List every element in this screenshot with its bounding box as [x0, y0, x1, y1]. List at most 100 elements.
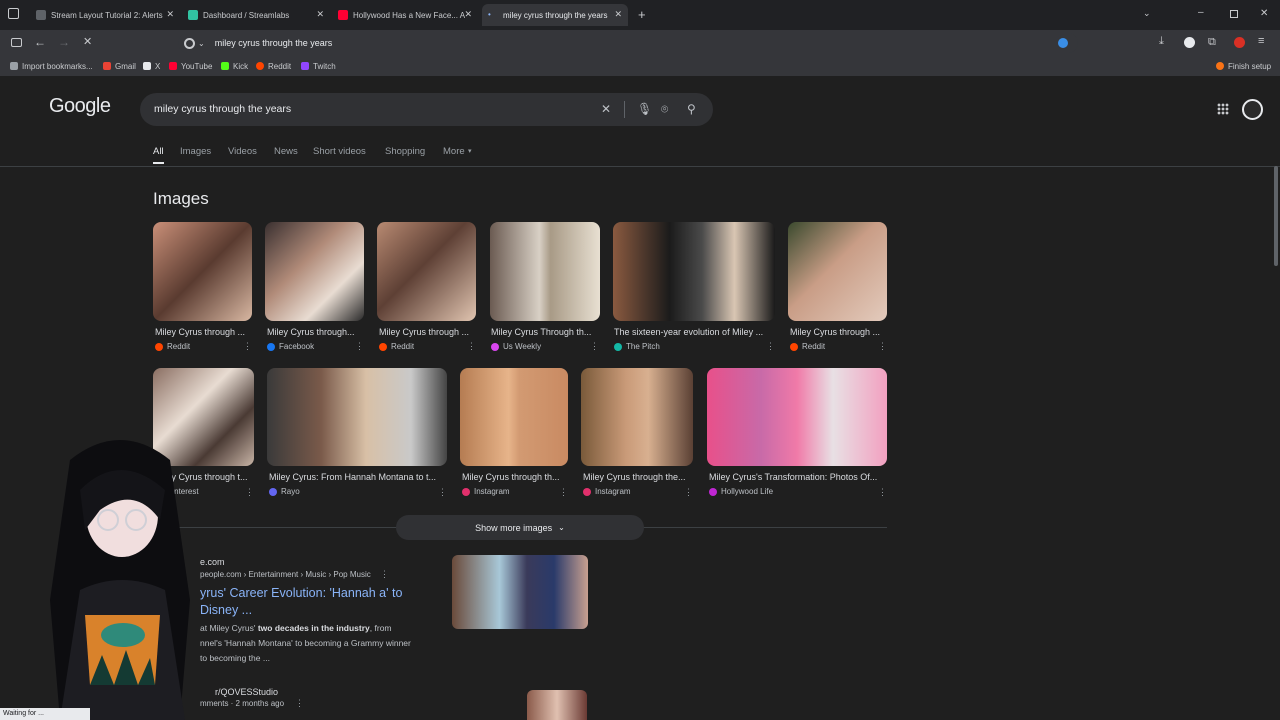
- image-caption[interactable]: Miley Cyrus through the...: [583, 472, 693, 482]
- image-source[interactable]: Hollywood Life: [709, 487, 773, 496]
- image-result[interactable]: [267, 368, 447, 466]
- restore-icon[interactable]: [1230, 10, 1238, 18]
- image-caption[interactable]: Miley Cyrus through ...: [379, 327, 476, 337]
- address-input[interactable]: miley cyrus through the years: [215, 38, 333, 48]
- new-tab-icon[interactable]: +: [638, 7, 646, 22]
- close-icon[interactable]: ✕: [166, 9, 174, 20]
- tab-miley-search[interactable]: • miley cyrus through the years ✕: [482, 4, 628, 26]
- bookmark-reddit[interactable]: Reddit: [256, 60, 291, 72]
- tab-actions-icon[interactable]: [8, 8, 19, 19]
- image-caption[interactable]: Miley Cyrus through ...: [155, 327, 252, 337]
- image-result[interactable]: [581, 368, 693, 466]
- bookmark-kick[interactable]: Kick: [221, 60, 248, 72]
- image-source[interactable]: Us Weekly: [491, 342, 541, 351]
- download-icon[interactable]: ⤓: [1159, 35, 1164, 48]
- bookmark-gmail[interactable]: Gmail: [103, 60, 136, 72]
- site-info-chevron-icon[interactable]: ⌄: [198, 39, 205, 48]
- image-caption[interactable]: Miley Cyrus's Transformation: Photos Of.…: [709, 472, 885, 482]
- extensions-icon[interactable]: ⧉: [1208, 36, 1216, 49]
- bookmark-import[interactable]: Import bookmarks...: [10, 60, 93, 72]
- tab-images[interactable]: Images: [180, 146, 211, 157]
- image-result[interactable]: [613, 222, 775, 321]
- tab-shopping[interactable]: Shopping: [385, 146, 425, 157]
- image-result[interactable]: [153, 222, 252, 321]
- more-options-icon[interactable]: ⋮: [559, 487, 568, 498]
- extension-red-icon[interactable]: [1234, 37, 1245, 48]
- scrollbar-thumb[interactable]: [1274, 166, 1278, 266]
- image-source[interactable]: Reddit: [790, 342, 825, 351]
- more-options-icon[interactable]: ⋮: [380, 569, 389, 580]
- google-site-icon[interactable]: [184, 37, 195, 49]
- tab-stream-layout[interactable]: Stream Layout Tutorial 2: Alerts ✕: [30, 4, 180, 26]
- apps-grid-icon[interactable]: [1217, 103, 1229, 115]
- result-title-link[interactable]: yrus' Career Evolution: 'Hannah a' to Di…: [200, 585, 440, 619]
- stop-loading-icon[interactable]: ✕: [83, 35, 92, 48]
- result2-site[interactable]: r/QOVESStudio: [215, 687, 278, 697]
- image-result[interactable]: [265, 222, 364, 321]
- more-options-icon[interactable]: ⋮: [243, 341, 252, 352]
- search-icon[interactable]: ⚲: [687, 102, 696, 116]
- image-source[interactable]: Reddit: [379, 342, 414, 351]
- result-breadcrumb[interactable]: people.com › Entertainment › Music › Pop…: [200, 570, 371, 579]
- more-options-icon[interactable]: ⋮: [438, 487, 447, 498]
- image-result[interactable]: [707, 368, 887, 466]
- microphone-icon[interactable]: 🎙: [637, 102, 652, 116]
- more-options-icon[interactable]: ⋮: [295, 698, 304, 709]
- bookmark-youtube[interactable]: YouTube: [169, 60, 212, 72]
- finish-setup-button[interactable]: Finish setup: [1216, 60, 1271, 72]
- image-source[interactable]: Rayo: [269, 487, 300, 496]
- search-input[interactable]: miley cyrus through the years: [154, 103, 291, 115]
- more-options-icon[interactable]: ⋮: [766, 341, 775, 352]
- more-options-icon[interactable]: ⋮: [467, 341, 476, 352]
- image-source[interactable]: Reddit: [155, 342, 190, 351]
- image-source[interactable]: The Pitch: [614, 342, 660, 351]
- tab-search-icon[interactable]: ⌄: [1143, 8, 1151, 19]
- image-caption[interactable]: Miley Cyrus through th...: [462, 472, 568, 482]
- result2-thumbnail[interactable]: [527, 690, 587, 720]
- show-more-images-button[interactable]: Show more images ⌄: [396, 515, 644, 540]
- lens-icon[interactable]: ⌾: [661, 102, 668, 117]
- bookmark-twitch[interactable]: Twitch: [301, 60, 336, 72]
- back-icon[interactable]: ←: [34, 35, 46, 49]
- google-logo[interactable]: Google: [49, 95, 111, 118]
- more-options-icon[interactable]: ⋮: [245, 487, 254, 498]
- search-box[interactable]: miley cyrus through the years ✕ 🎙 ⌾ ⚲: [140, 93, 713, 126]
- minimize-icon[interactable]: –: [1198, 7, 1204, 18]
- bookmark-x[interactable]: X: [143, 60, 160, 72]
- image-caption[interactable]: Miley Cyrus through ...: [790, 327, 887, 337]
- forward-icon[interactable]: →: [58, 35, 70, 49]
- image-source[interactable]: Facebook: [267, 342, 314, 351]
- image-result[interactable]: [788, 222, 887, 321]
- window-close-icon[interactable]: ✕: [1260, 8, 1268, 19]
- more-options-icon[interactable]: ⋮: [590, 341, 599, 352]
- address-bar[interactable]: ⌄ miley cyrus through the years: [178, 33, 1078, 53]
- result-thumbnail[interactable]: [452, 555, 588, 629]
- tab-all[interactable]: All: [153, 146, 164, 157]
- image-result[interactable]: [490, 222, 600, 321]
- image-source[interactable]: Instagram: [583, 487, 631, 496]
- image-caption[interactable]: Miley Cyrus: From Hannah Montana to t...: [269, 472, 445, 482]
- translate-icon[interactable]: [1058, 38, 1068, 48]
- more-options-icon[interactable]: ⋮: [355, 341, 364, 352]
- image-result[interactable]: [460, 368, 568, 466]
- image-caption[interactable]: The sixteen-year evolution of Miley ...: [614, 327, 774, 337]
- menu-icon[interactable]: ≡: [1258, 35, 1264, 47]
- image-result[interactable]: [377, 222, 476, 321]
- sidebar-icon[interactable]: [11, 38, 22, 47]
- more-options-icon[interactable]: ⋮: [878, 341, 887, 352]
- tab-streamlabs[interactable]: Dashboard / Streamlabs ✕: [182, 4, 330, 26]
- image-caption[interactable]: Miley Cyrus Through th...: [491, 327, 599, 337]
- image-source[interactable]: Instagram: [462, 487, 510, 496]
- account-avatar[interactable]: [1242, 99, 1263, 120]
- tab-more[interactable]: More: [443, 146, 465, 157]
- tab-videos[interactable]: Videos: [228, 146, 257, 157]
- close-icon[interactable]: ✕: [464, 9, 472, 20]
- image-caption[interactable]: Miley Cyrus through...: [267, 327, 364, 337]
- close-icon[interactable]: ✕: [614, 9, 622, 20]
- tab-news[interactable]: News: [274, 146, 298, 157]
- profile-icon[interactable]: [1184, 37, 1195, 48]
- clear-icon[interactable]: ✕: [601, 102, 611, 116]
- tab-hollywood[interactable]: Hollywood Has a New Face... A ✕: [332, 4, 478, 26]
- more-options-icon[interactable]: ⋮: [684, 487, 693, 498]
- close-icon[interactable]: ✕: [316, 9, 324, 20]
